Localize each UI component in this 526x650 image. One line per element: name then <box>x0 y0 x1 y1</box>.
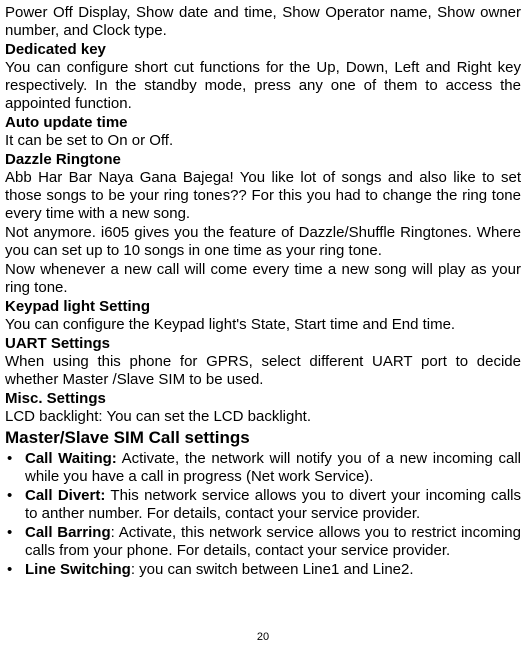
dazzle-p2: Not anymore. i605 gives you the feature … <box>5 224 521 260</box>
master-slave-list: Call Waiting: Activate, the network will… <box>5 450 521 579</box>
list-item: Call Divert: This network service allows… <box>5 487 521 523</box>
list-item: Call Waiting: Activate, the network will… <box>5 450 521 486</box>
intro-text: Power Off Display, Show date and time, S… <box>5 4 521 40</box>
call-waiting-label: Call Waiting: <box>25 450 117 467</box>
dazzle-p1: Abb Har Bar Naya Gana Bajega! You like l… <box>5 169 521 223</box>
list-item: Call Barring: Activate, this network ser… <box>5 524 521 560</box>
uart-body: When using this phone for GPRS, select d… <box>5 353 521 389</box>
master-slave-heading: Master/Slave SIM Call settings <box>5 428 521 448</box>
call-divert-label: Call Divert: <box>25 487 105 504</box>
call-barring-label: Call Barring <box>25 524 111 541</box>
line-switching-label: Line Switching <box>25 561 131 578</box>
keypad-heading: Keypad light Setting <box>5 298 521 316</box>
misc-body: LCD backlight: You can set the LCD backl… <box>5 408 521 426</box>
page-number: 20 <box>0 631 526 644</box>
list-item: Line Switching: you can switch between L… <box>5 561 521 579</box>
dedicated-key-body: You can configure short cut functions fo… <box>5 59 521 113</box>
keypad-body: You can configure the Keypad light's Sta… <box>5 316 521 334</box>
dazzle-heading: Dazzle Ringtone <box>5 151 521 169</box>
auto-update-body: It can be set to On or Off. <box>5 132 521 150</box>
misc-heading: Misc. Settings <box>5 390 521 408</box>
line-switching-desc: : you can switch between Line1 and Line2… <box>131 561 414 578</box>
uart-heading: UART Settings <box>5 335 521 353</box>
dedicated-key-heading: Dedicated key <box>5 41 521 59</box>
dazzle-p3: Now whenever a new call will come every … <box>5 261 521 297</box>
auto-update-heading: Auto update time <box>5 114 521 132</box>
